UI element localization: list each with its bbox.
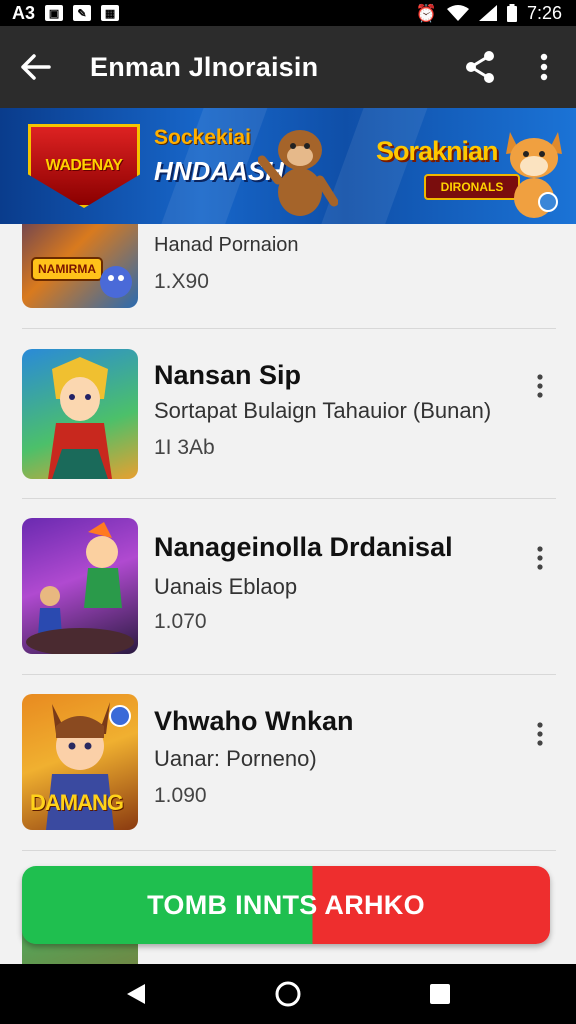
app-thumbnail: [22, 349, 138, 479]
back-arrow-icon: [21, 54, 51, 80]
status-time: 7:26: [526, 2, 562, 23]
app-thumbnail: [22, 518, 138, 654]
banner-left-line1: Sockekiai: [154, 126, 251, 149]
app-thumbnail: NAMIRMA: [22, 224, 138, 308]
home-circle-icon: [275, 981, 301, 1007]
divider: [22, 850, 556, 851]
item-subtitle: Hanad Pornaion: [154, 234, 299, 256]
recents-square-icon: [430, 984, 450, 1004]
gallery-icon: ▦: [101, 5, 120, 21]
share-icon: [466, 51, 494, 83]
page-title: Enman Jlnoraisin: [90, 51, 319, 82]
thumb-label: NAMIRMA: [38, 262, 96, 276]
system-nav-bar: [0, 964, 576, 1024]
share-button[interactable]: [448, 26, 512, 108]
list-item[interactable]: NAMIRMA Hanad Pornaion 1.X90: [0, 224, 576, 334]
dog-character-icon: [506, 132, 562, 218]
status-bar: A3 ▣ ✎ ▦ ⏰ 7:26: [0, 0, 576, 26]
item-count: 1.X90: [154, 270, 209, 293]
status-right: ⏰ 7:26: [416, 3, 562, 24]
signal-icon: [478, 5, 497, 21]
banner-shield-logo: WADENAY: [28, 124, 140, 208]
item-count: 1.090: [154, 784, 207, 807]
item-title: Nanageinolla Drdanisal: [154, 532, 453, 562]
list-item[interactable]: Nansan Sip Sortapat Bulaign Tahauior (Bu…: [0, 346, 576, 516]
app-list[interactable]: NAMIRMA Hanad Pornaion 1.X90 Nansan Sip …: [0, 224, 576, 964]
more-vert-icon: [537, 546, 543, 570]
app-thumbnail: DAMANG: [22, 694, 138, 830]
cta-label: TOMB INNTS ARHKO: [147, 889, 425, 920]
game-art-icon: [26, 522, 134, 654]
nav-back-button[interactable]: [106, 964, 166, 1024]
battery-icon: [506, 4, 517, 22]
status-carrier-text: A3: [12, 2, 36, 23]
document-icon: ✎: [73, 5, 92, 21]
item-subtitle: Uanar: Porneno): [154, 746, 317, 771]
more-vert-icon: [540, 53, 548, 81]
status-left: A3 ▣ ✎ ▦: [12, 2, 120, 24]
item-more-button[interactable]: [524, 538, 556, 578]
divider: [22, 328, 556, 329]
back-triangle-icon: [127, 984, 145, 1004]
item-subtitle: Sortapat Bulaign Tahauior (Bunan): [154, 398, 492, 423]
game-art-icon: [48, 357, 112, 479]
nav-recents-button[interactable]: [410, 964, 470, 1024]
cta-button[interactable]: TOMB INNTS ARHKO: [22, 866, 550, 944]
item-title: Vhwaho Wnkan: [154, 706, 354, 736]
nav-home-button[interactable]: [258, 964, 318, 1024]
item-subtitle: Uanais Eblaop: [154, 574, 298, 599]
banner-shield-text: WADENAY: [45, 157, 123, 174]
wifi-icon: [446, 5, 469, 21]
monkey-character-icon: [258, 130, 338, 216]
item-title: Nansan Sip: [154, 360, 302, 390]
item-count: 1.070: [154, 610, 207, 633]
promo-banner[interactable]: WADENAY Sockekiai HNDAASH Soraknian DIRO…: [0, 108, 576, 224]
item-more-button[interactable]: [524, 714, 556, 754]
alarm-icon: ⏰: [415, 3, 437, 23]
divider: [22, 674, 556, 675]
list-item[interactable]: Nanageinolla Drdanisal Uanais Eblaop 1.0…: [0, 516, 576, 686]
item-count: 1I 3Ab: [154, 436, 215, 459]
divider: [22, 498, 556, 499]
image-icon: ▣: [45, 5, 64, 21]
thumb-label: DAMANG: [30, 790, 124, 815]
back-button[interactable]: [0, 26, 72, 108]
item-more-button[interactable]: [524, 366, 556, 406]
more-vert-icon: [537, 722, 543, 746]
more-options-button[interactable]: [512, 26, 576, 108]
more-vert-icon: [537, 374, 543, 398]
app-bar: Enman Jlnoraisin: [0, 26, 576, 108]
list-item[interactable]: DAMANG Vhwaho Wnkan Uanar: Porneno) 1.09…: [0, 692, 576, 862]
